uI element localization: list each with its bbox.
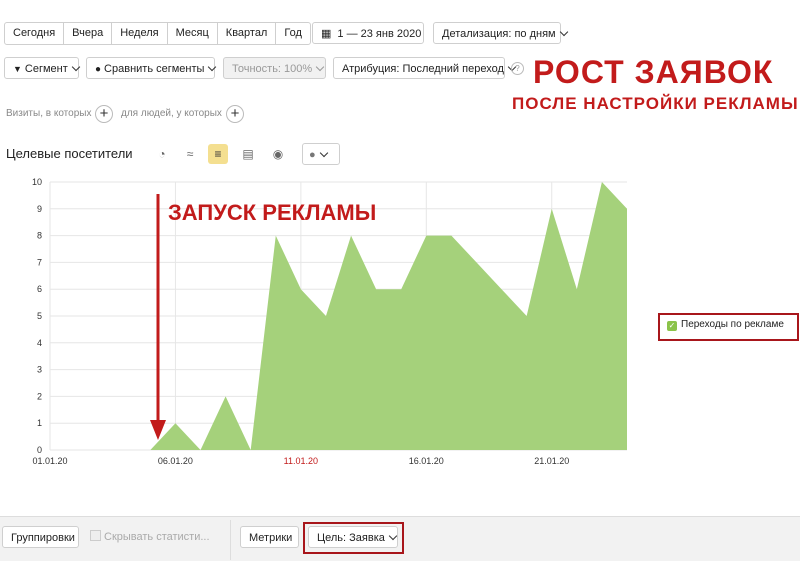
hide-stats-checkbox[interactable]: Скрывать статисти... xyxy=(90,530,210,543)
date-range-label: 1 — 23 янв 2020 xyxy=(337,28,421,40)
legend-item[interactable]: ✓ Переходы по рекламе xyxy=(661,316,797,338)
x-tick-label: 06.01.20 xyxy=(158,456,193,466)
comment-icon: ● xyxy=(309,149,316,161)
goal-dropdown[interactable]: Цель: Заявка xyxy=(308,526,398,548)
filter-icon: ▼ xyxy=(13,64,22,74)
y-tick-label: 4 xyxy=(37,338,42,348)
help-icon[interactable]: ? xyxy=(511,62,524,75)
visits-filter-label: Визиты, в которых xyxy=(6,108,91,119)
chevron-down-icon xyxy=(316,63,324,71)
y-tick-label: 10 xyxy=(32,177,42,187)
y-tick-label: 9 xyxy=(37,204,42,214)
area-chart-icon[interactable]: ≡ xyxy=(208,144,228,164)
x-tick-label: 21.01.20 xyxy=(534,456,569,466)
y-tick-label: 2 xyxy=(37,391,42,401)
people-filter-label: для людей, у которых xyxy=(121,108,222,119)
period-quarter[interactable]: Квартал xyxy=(218,23,277,44)
overlay-headline: РОСТ ЗАЯВОК xyxy=(533,54,773,91)
grouping-label: Группировки xyxy=(11,532,75,544)
detail-dropdown[interactable]: Детализация: по дням xyxy=(433,22,561,44)
x-tick-label: 16.01.20 xyxy=(409,456,444,466)
segment-label: Сегмент xyxy=(25,63,68,75)
add-visit-filter-button[interactable]: + xyxy=(95,105,113,123)
metrics-label: Метрики xyxy=(249,532,292,544)
detail-label: Детализация: по дням xyxy=(442,28,556,40)
y-tick-label: 5 xyxy=(37,311,42,321)
accuracy-dropdown[interactable]: Точность: 100% xyxy=(223,57,326,79)
compare-label: Сравнить сегменты xyxy=(104,63,204,75)
map-pin-icon[interactable]: ◉ xyxy=(268,144,288,164)
chart-title: Целевые посетители xyxy=(6,146,133,161)
y-tick-label: 7 xyxy=(37,257,42,267)
metrics-button[interactable]: Метрики xyxy=(240,526,299,548)
calendar-icon: ▦ xyxy=(321,28,331,40)
compare-segments-button[interactable]: ●Сравнить сегменты xyxy=(86,57,215,79)
chevron-down-icon xyxy=(72,63,80,71)
accuracy-label: Точность: 100% xyxy=(232,63,312,75)
chevron-down-icon xyxy=(389,532,397,540)
legend-label: Переходы по рекламе xyxy=(681,319,784,330)
period-month[interactable]: Месяц xyxy=(168,23,218,44)
x-tick-label: 11.01.20 xyxy=(284,456,318,466)
period-yesterday[interactable]: Вчера xyxy=(64,23,112,44)
y-tick-label: 3 xyxy=(37,365,42,375)
period-year[interactable]: Год xyxy=(276,23,310,44)
x-tick-label: 01.01.20 xyxy=(32,456,67,466)
chevron-down-icon xyxy=(559,28,567,36)
overlay-subline: ПОСЛЕ НАСТРОЙКИ РЕКЛАМЫ xyxy=(512,94,799,114)
segment-button[interactable]: ▼Сегмент xyxy=(4,57,79,79)
period-selector: Сегодня Вчера Неделя Месяц Квартал Год xyxy=(4,22,311,45)
y-tick-label: 6 xyxy=(37,284,42,294)
hide-stats-label: Скрывать статисти... xyxy=(104,531,210,543)
attribution-dropdown[interactable]: Атрибуция: Последний переход xyxy=(333,57,505,79)
chevron-down-icon xyxy=(319,149,327,157)
add-people-filter-button[interactable]: + xyxy=(226,105,244,123)
launch-arrow xyxy=(148,190,168,442)
y-tick-label: 1 xyxy=(37,418,42,428)
y-tick-label: 8 xyxy=(37,231,42,241)
period-today[interactable]: Сегодня xyxy=(5,23,64,44)
grouping-button[interactable]: Группировки xyxy=(2,526,79,548)
compare-icon: ● xyxy=(95,64,101,75)
comments-dropdown[interactable]: ● xyxy=(302,143,340,165)
bar-chart-icon[interactable]: ▤ xyxy=(238,144,258,164)
chevron-down-icon xyxy=(208,63,216,71)
period-week[interactable]: Неделя xyxy=(112,23,167,44)
date-range-button[interactable]: ▦ 1 — 23 янв 2020 xyxy=(312,22,424,44)
checkbox-icon xyxy=(90,530,101,541)
divider xyxy=(230,520,231,560)
pie-chart-icon[interactable]: ◔ xyxy=(152,144,172,164)
checkbox-icon[interactable]: ✓ xyxy=(667,321,677,331)
launch-annotation: ЗАПУСК РЕКЛАМЫ xyxy=(168,200,376,226)
line-chart-icon[interactable]: ≈ xyxy=(180,144,200,164)
y-tick-label: 0 xyxy=(37,445,42,455)
goal-label: Цель: Заявка xyxy=(317,532,385,544)
attribution-label: Атрибуция: Последний переход xyxy=(342,63,504,75)
